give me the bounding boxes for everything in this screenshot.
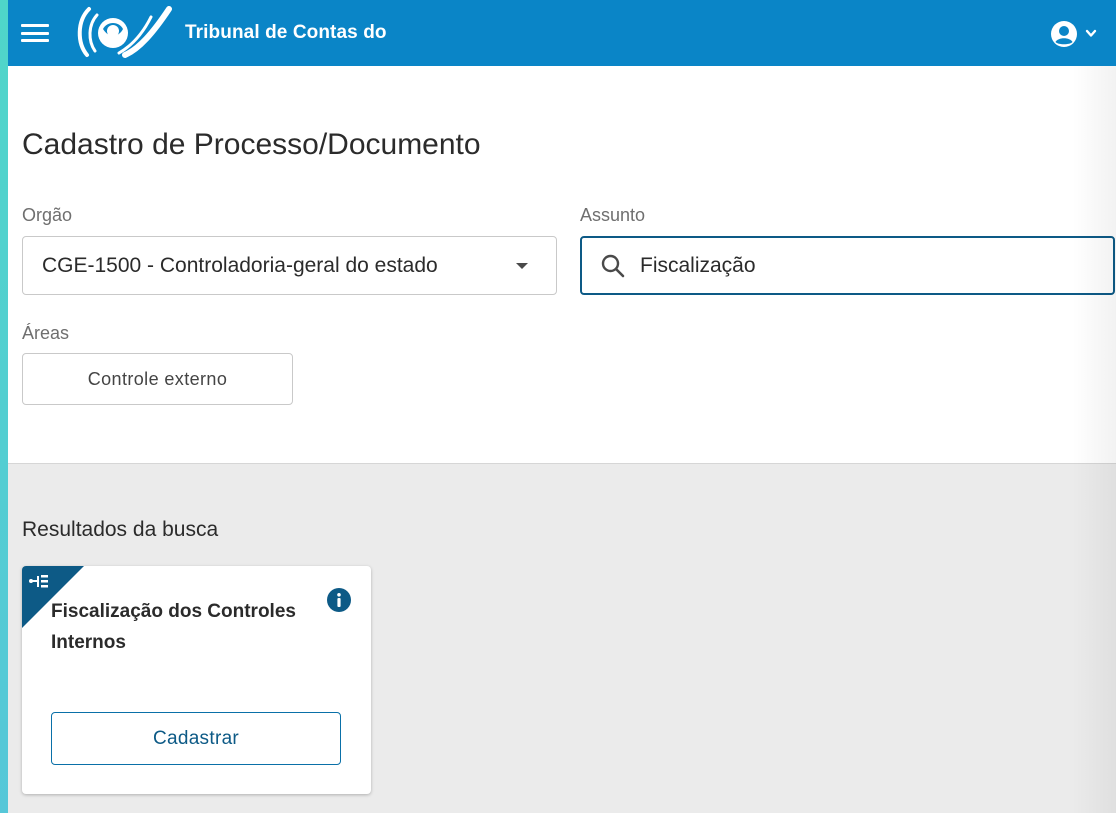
- orgao-select[interactable]: CGE-1500 - Controladoria-geral do estado: [22, 236, 557, 295]
- dropdown-arrow-icon: [516, 263, 528, 269]
- search-icon: [601, 254, 625, 277]
- top-app-bar: Tribunal de Contas do: [8, 0, 1116, 66]
- result-card[interactable]: Fiscalização dos Controles Internos Cada…: [22, 566, 371, 794]
- account-circle-icon: [1051, 21, 1077, 47]
- orgao-selected-value: CGE-1500 - Controladoria-geral do estado: [42, 253, 438, 277]
- areas-label: Áreas: [22, 323, 70, 343]
- assunto-search-field[interactable]: [580, 236, 1115, 295]
- app-title: Tribunal de Contas do: [185, 22, 387, 43]
- assunto-label: Assunto: [580, 205, 646, 225]
- area-controle-externo-button[interactable]: Controle externo: [22, 353, 293, 405]
- cadastrar-button[interactable]: Cadastrar: [51, 712, 341, 765]
- hamburger-menu-icon[interactable]: [21, 22, 49, 44]
- search-form-panel: Cadastro de Processo/Documento Orgão CGE…: [8, 66, 1116, 464]
- app-window: Tribunal de Contas do Cadastro de Proces…: [8, 0, 1116, 813]
- info-icon[interactable]: [327, 588, 351, 612]
- user-account-menu[interactable]: [1050, 20, 1098, 48]
- page-title: Cadastro de Processo/Documento: [22, 128, 481, 161]
- assunto-search-input[interactable]: [640, 253, 1080, 278]
- chevron-down-icon: [1085, 29, 1097, 37]
- tribunal-logo-icon[interactable]: [73, 3, 177, 63]
- result-card-title: Fiscalização dos Controles Internos: [51, 601, 296, 653]
- orgao-label: Orgão: [22, 205, 73, 225]
- results-heading: Resultados da busca: [22, 518, 219, 541]
